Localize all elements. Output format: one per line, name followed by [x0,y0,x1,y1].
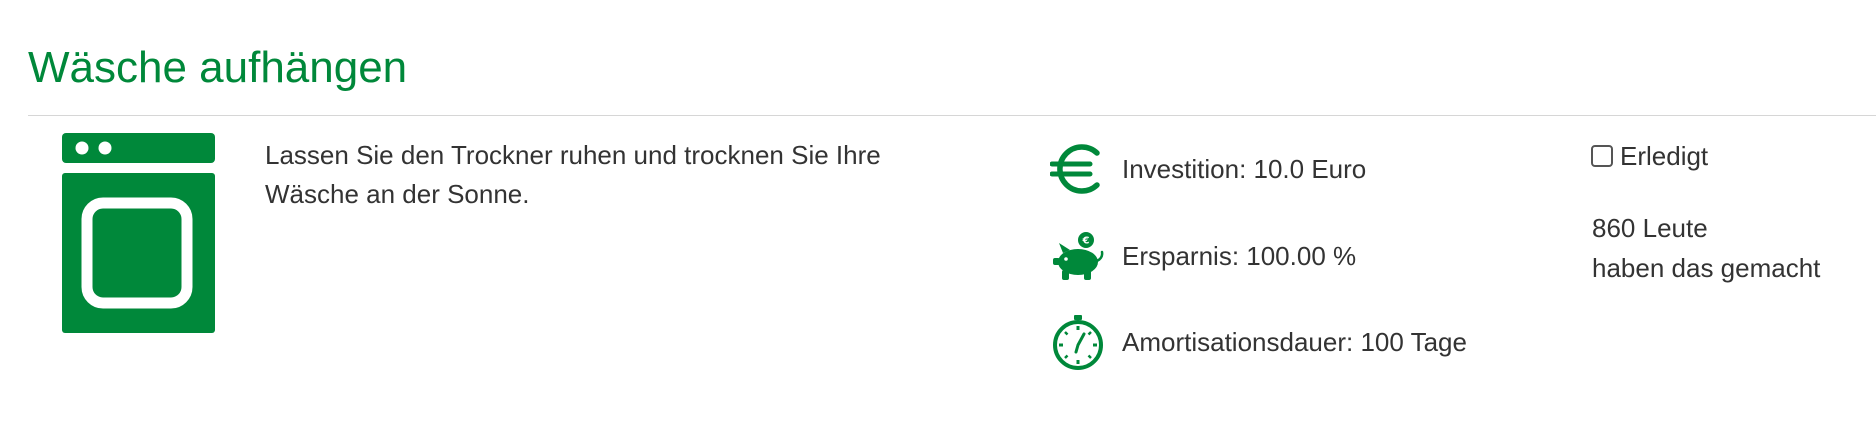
investment-label: Investition: 10.0 Euro [1122,154,1367,184]
measure-title: Wäsche aufhängen [28,43,408,92]
svg-text:€: € [1082,236,1090,247]
washing-machine-icon [62,133,215,333]
metric-savings: € Ersparnis: 100.00 % [1050,226,1356,286]
title-divider [28,115,1876,116]
people-count: 860 Leute haben das gemacht [1592,208,1820,288]
amortization-label: Amortisationsdauer: 100 Tage [1122,327,1467,357]
done-toggle[interactable]: Erledigt [1591,140,1708,172]
euro-icon [1050,144,1100,194]
metric-investment: Investition: 10.0 Euro [1050,139,1366,199]
people-count-line: 860 Leute [1592,213,1708,243]
done-checkbox[interactable] [1591,145,1613,167]
metric-amortization: Amortisationsdauer: 100 Tage [1050,312,1467,372]
stopwatch-icon [1053,315,1103,370]
piggy-bank-icon: € [1053,232,1104,280]
people-suffix-line: haben das gemacht [1592,253,1821,283]
done-label: Erledigt [1620,141,1709,171]
measure-description: Lassen Sie den Trockner ruhen und trockn… [265,140,881,209]
savings-label: Ersparnis: 100.00 % [1122,241,1357,271]
